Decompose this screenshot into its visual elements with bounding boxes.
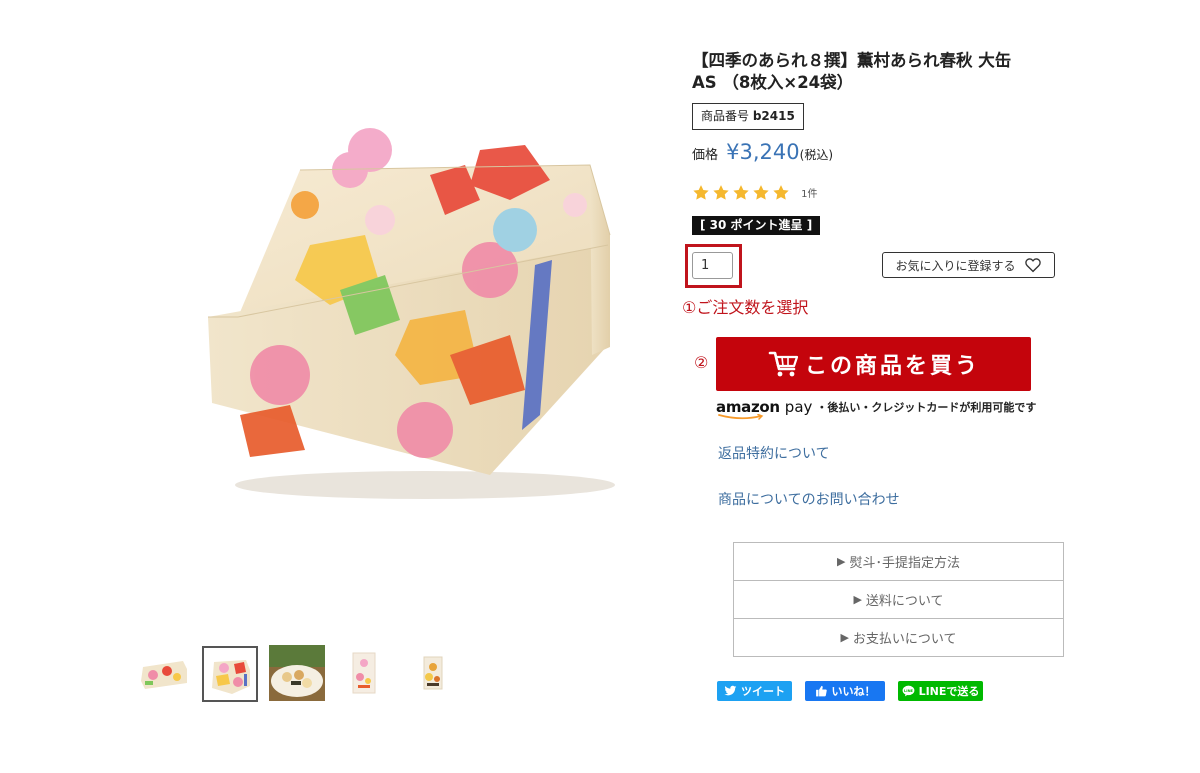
price-row: 価格 ¥3,240(税込): [692, 140, 833, 168]
amazon-pay-notice: amazon pay ・後払い・クレジットカードが利用可能です: [716, 396, 1037, 420]
product-title-line2: AS （8枚入×24袋）: [692, 73, 854, 92]
points-badge: [ 30 ポイント進呈 ]: [692, 216, 821, 235]
triangle-right-icon: ▶: [853, 593, 862, 606]
price-label: 価格: [692, 148, 719, 163]
star-icon: [733, 184, 749, 200]
like-label: いいね！: [831, 685, 876, 698]
product-title-line1: 【四季のあられ８撰】薫村あられ春秋 大缶: [692, 51, 1012, 70]
accordion-label: 送料について: [865, 594, 944, 609]
thumbnail-1[interactable]: [135, 645, 191, 701]
star-icon: [693, 184, 709, 200]
star-icon: [773, 184, 789, 200]
buy-button-label: この商品を買う: [804, 354, 980, 379]
quantity-input[interactable]: [692, 252, 733, 279]
star-icon: [713, 184, 729, 200]
twitter-bird-icon: [724, 685, 737, 696]
rating[interactable]: 1件: [692, 182, 817, 202]
tweet-label: ツイート: [741, 685, 785, 698]
sku-value: b2415: [752, 109, 795, 123]
line-logo-icon: LINE: [902, 685, 914, 697]
accordion-noshi-method[interactable]: ▶ 熨斗･手提指定方法: [734, 543, 1063, 581]
thumbnail-2[interactable]: [202, 646, 258, 702]
info-accordion: ▶ 熨斗･手提指定方法 ▶ 送料について ▶ お支払いについて: [733, 542, 1064, 657]
sku-box: 商品番号 b2415: [692, 103, 804, 130]
product-inquiry-link[interactable]: 商品についてのお問い合わせ: [718, 489, 900, 509]
favorite-label: お気に入りに登録する: [895, 258, 1016, 273]
thumbnail-strip: [135, 645, 465, 703]
price-tax-note: (税込): [799, 148, 834, 162]
accordion-shipping[interactable]: ▶ 送料について: [734, 581, 1063, 619]
thumbs-up-icon: [815, 685, 827, 697]
amazon-pay-text: pay: [784, 398, 813, 416]
heart-icon: [1024, 258, 1041, 273]
step2-marker: ②: [694, 353, 709, 372]
triangle-right-icon: ▶: [837, 555, 846, 568]
triangle-right-icon: ▶: [840, 631, 849, 644]
sku-label: 商品番号: [701, 109, 750, 123]
accordion-payment[interactable]: ▶ お支払いについて: [734, 619, 1063, 656]
thumbnail-3[interactable]: [269, 645, 325, 701]
star-icon: [753, 184, 769, 200]
amazon-logo: amazon: [716, 398, 780, 420]
line-share-label: LINEで送る: [918, 685, 980, 698]
product-title: 【四季のあられ８撰】薫村あられ春秋 大缶 AS （8枚入×24袋）: [692, 50, 1072, 94]
amazon-pay-description: ・後払い・クレジットカードが利用可能です: [816, 401, 1037, 414]
thumbnail-4[interactable]: [336, 645, 392, 701]
accordion-label: お支払いについて: [852, 632, 957, 647]
cart-icon: [768, 351, 799, 377]
rating-count[interactable]: 1件: [801, 185, 817, 200]
accordion-label: 熨斗･手提指定方法: [849, 556, 960, 571]
facebook-like-button[interactable]: いいね！: [805, 681, 885, 701]
add-to-favorites-button[interactable]: お気に入りに登録する: [882, 252, 1055, 278]
returns-policy-link[interactable]: 返品特約について: [718, 443, 830, 463]
line-share-button[interactable]: LINE LINEで送る: [898, 681, 983, 701]
product-main-image: [180, 85, 640, 515]
thumbnail-5[interactable]: [405, 645, 461, 701]
svg-text:LINE: LINE: [904, 689, 914, 693]
rating-stars: [692, 182, 792, 201]
price-value: ¥3,240: [726, 140, 800, 164]
buy-button[interactable]: この商品を買う: [716, 337, 1031, 391]
tweet-button[interactable]: ツイート: [717, 681, 792, 701]
amazon-smile-icon: [718, 414, 764, 420]
step1-note: ①ご注文数を選択: [682, 298, 809, 317]
